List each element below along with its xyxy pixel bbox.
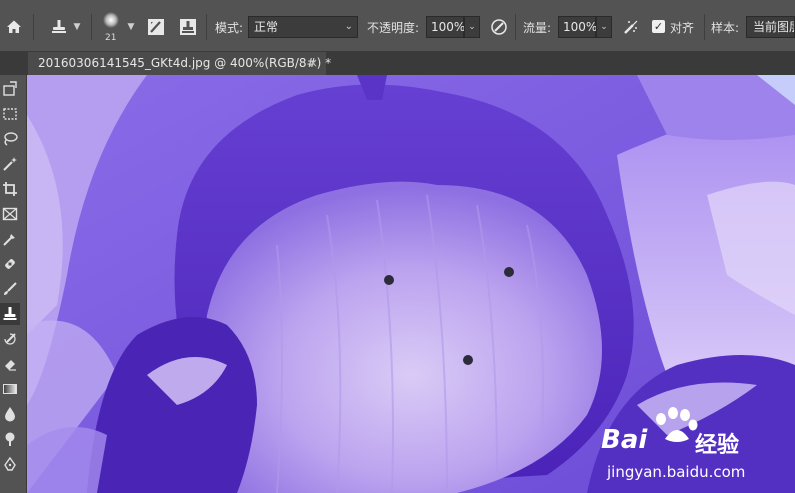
- tools-panel: [0, 75, 27, 493]
- healing-brush-tool[interactable]: [0, 253, 20, 275]
- chevron-down-icon: ⌄: [344, 21, 353, 32]
- pen-tool[interactable]: [0, 453, 20, 475]
- mode-label: 模式:: [215, 21, 244, 35]
- document-tab[interactable]: 20160306141545_GKt4d.jpg @ 400%(RGB/8#) …: [28, 52, 331, 75]
- eyedropper-tool[interactable]: [0, 228, 20, 250]
- separator: [33, 14, 34, 40]
- separator: [206, 14, 207, 40]
- pressure-opacity-icon[interactable]: [488, 16, 510, 38]
- document-tab-bar: 20160306141545_GKt4d.jpg @ 400%(RGB/8#) …: [0, 52, 795, 75]
- eraser-tool[interactable]: [0, 353, 20, 375]
- opacity-input[interactable]: 100%: [426, 16, 465, 38]
- home-icon[interactable]: [3, 16, 25, 38]
- brush-size-value: 21: [105, 33, 117, 43]
- frame-tool[interactable]: [0, 203, 20, 225]
- crop-tool[interactable]: [0, 178, 20, 200]
- lasso-tool[interactable]: [0, 128, 20, 150]
- aligned-checkbox[interactable]: ✓: [652, 20, 665, 33]
- brush-settings-panel-icon[interactable]: [145, 15, 167, 39]
- chevron-down-icon[interactable]: ▼: [125, 18, 137, 36]
- gradient-tool[interactable]: [0, 378, 20, 400]
- clone-source-panel-icon[interactable]: [177, 15, 199, 39]
- clone-stamp-tool[interactable]: [0, 303, 20, 325]
- sample-label: 样本:: [711, 21, 740, 35]
- options-bar: ▼ 21 ▼ 模式: 正常 ⌄ 不透明度: 100% ⌄ 流量: 100% ⌄ …: [0, 0, 795, 52]
- sample-value: 当前图层: [753, 20, 794, 34]
- magic-wand-tool[interactable]: [0, 153, 20, 175]
- baidu-watermark: Bai 经验 jingyan.baidu.com: [597, 405, 795, 493]
- separator: [704, 14, 705, 40]
- flow-label: 流量:: [523, 21, 552, 35]
- marquee-tool[interactable]: [0, 103, 20, 125]
- watermark-brand-right: 经验: [695, 433, 740, 458]
- mode-value: 正常: [254, 20, 279, 34]
- document-canvas[interactable]: Bai 经验 jingyan.baidu.com: [27, 75, 795, 493]
- chevron-down-icon[interactable]: ▼: [71, 18, 83, 36]
- airbrush-icon[interactable]: [620, 16, 642, 38]
- opacity-dropdown-button[interactable]: ⌄: [464, 16, 480, 38]
- mode-dropdown[interactable]: 正常 ⌄: [248, 16, 358, 38]
- watermark-brand-left: Bai: [601, 425, 648, 455]
- separator: [515, 14, 516, 40]
- brush-tool[interactable]: [0, 278, 20, 300]
- chevron-down-icon: ⌄: [600, 22, 608, 32]
- close-icon[interactable]: ×: [308, 52, 318, 74]
- history-brush-tool[interactable]: [0, 328, 20, 350]
- separator: [91, 14, 92, 40]
- dodge-tool[interactable]: [0, 428, 20, 450]
- watermark-url: jingyan.baidu.com: [607, 463, 746, 481]
- clone-stamp-preset-icon[interactable]: [46, 15, 72, 39]
- chevron-down-icon: ⌄: [468, 22, 476, 32]
- sample-dropdown[interactable]: 当前图层: [746, 16, 795, 38]
- blur-tool[interactable]: [0, 403, 20, 425]
- document-tab-title: 20160306141545_GKt4d.jpg @ 400%(RGB/8#) …: [38, 56, 332, 70]
- aligned-label: 对齐: [670, 21, 695, 35]
- brush-preview-icon[interactable]: [101, 10, 121, 30]
- flow-dropdown-button[interactable]: ⌄: [596, 16, 612, 38]
- opacity-label: 不透明度:: [367, 21, 420, 35]
- flow-input[interactable]: 100%: [558, 16, 597, 38]
- artboard-tool[interactable]: [0, 78, 20, 100]
